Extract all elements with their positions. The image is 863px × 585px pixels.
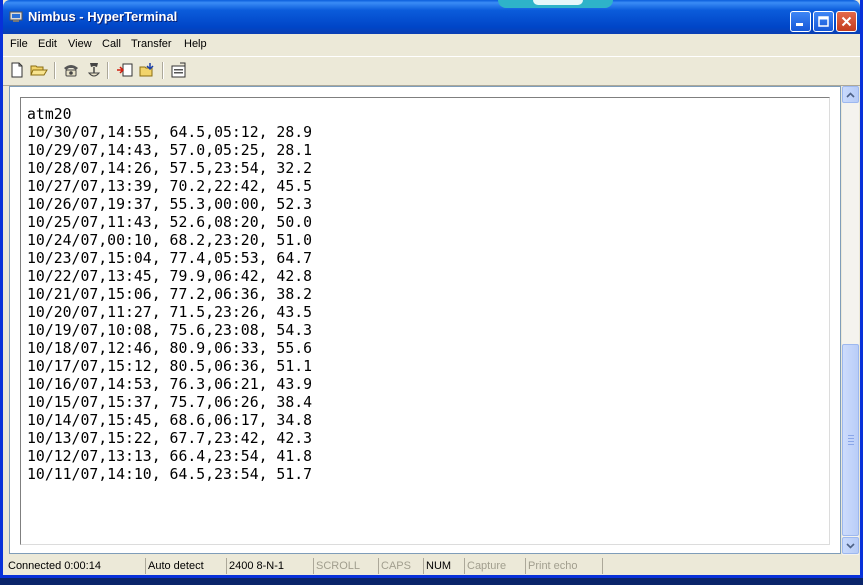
terminal-line: 10/18/07,12:46, 80.9,06:33, 55.6 xyxy=(27,340,313,357)
receive-button[interactable] xyxy=(139,61,157,79)
disconnect-button[interactable] xyxy=(85,61,103,79)
maximize-icon xyxy=(818,16,829,27)
hyperterminal-app-icon[interactable] xyxy=(9,11,23,23)
menu-bar: File Edit View Call Transfer Help xyxy=(3,34,860,54)
terminal-line: 10/11/07,14:10, 64.5,23:54, 51.7 xyxy=(27,466,313,483)
toolbar-separator xyxy=(107,62,109,79)
menu-transfer[interactable]: Transfer xyxy=(131,38,172,50)
properties-icon xyxy=(171,62,186,78)
status-scroll: SCROLL xyxy=(313,558,377,574)
terminal-line: 10/24/07,00:10, 68.2,23:20, 51.0 xyxy=(27,232,313,249)
scroll-up-button[interactable] xyxy=(842,86,859,103)
menu-help[interactable]: Help xyxy=(184,38,207,50)
thumb-grip xyxy=(848,438,854,439)
terminal-line: 10/28/07,14:26, 57.5,23:54, 32.2 xyxy=(27,160,313,177)
minimize-icon xyxy=(796,23,803,26)
close-icon xyxy=(841,16,852,27)
minimize-button[interactable] xyxy=(790,11,811,32)
background-decoration-inner xyxy=(533,0,583,5)
open-folder-icon xyxy=(30,65,48,76)
new-document-icon xyxy=(11,62,23,78)
status-caps: CAPS xyxy=(378,558,422,574)
terminal-line: 10/17/07,15:12, 80.5,06:36, 51.1 xyxy=(27,358,313,375)
toolbar-separator xyxy=(54,62,56,79)
terminal-screen[interactable]: atm20 10/30/07,14:55, 64.5,05:12, 28.9 1… xyxy=(20,97,830,545)
send-file-icon xyxy=(117,63,133,77)
maximize-button[interactable] xyxy=(813,11,834,32)
chevron-down-icon xyxy=(846,542,855,549)
thumb-grip xyxy=(848,435,854,436)
terminal-line: 10/13/07,15:22, 67.7,23:42, 42.3 xyxy=(27,430,313,447)
call-button[interactable] xyxy=(62,61,80,79)
toolbar-separator xyxy=(162,62,164,79)
terminal-line: 10/14/07,15:45, 68.6,06:17, 34.8 xyxy=(27,412,313,429)
terminal-area[interactable]: atm20 10/30/07,14:55, 64.5,05:12, 28.9 1… xyxy=(9,86,841,554)
terminal-output: atm20 10/30/07,14:55, 64.5,05:12, 28.9 1… xyxy=(27,106,312,484)
terminal-line: 10/26/07,19:37, 55.3,00:00, 52.3 xyxy=(27,196,313,213)
status-num: NUM xyxy=(423,558,463,574)
terminal-line: 10/12/07,13:13, 66.4,23:54, 41.8 xyxy=(27,448,313,465)
status-settings: 2400 8-N-1 xyxy=(226,558,312,574)
scrollbar-thumb[interactable] xyxy=(842,344,859,536)
thumb-grip xyxy=(848,444,854,445)
new-document-button[interactable] xyxy=(8,61,26,79)
terminal-line: 10/22/07,13:45, 79.9,06:42, 42.8 xyxy=(27,268,313,285)
status-connected: Connected 0:00:14 xyxy=(8,560,101,572)
menu-edit[interactable]: Edit xyxy=(38,38,57,50)
status-filler xyxy=(602,558,860,574)
menu-call[interactable]: Call xyxy=(102,38,121,50)
send-button[interactable] xyxy=(116,61,134,79)
title-bar[interactable]: Nimbus - HyperTerminal xyxy=(3,0,860,34)
terminal-line: 10/30/07,14:55, 64.5,05:12, 28.9 xyxy=(27,124,313,141)
terminal-line: 10/25/07,11:43, 52.6,08:20, 50.0 xyxy=(27,214,313,231)
terminal-line: 10/23/07,15:04, 77.4,05:53, 64.7 xyxy=(27,250,313,267)
scroll-down-button[interactable] xyxy=(842,537,859,554)
open-button[interactable] xyxy=(30,61,48,79)
terminal-line: atm20 xyxy=(27,106,72,123)
terminal-line: 10/27/07,13:39, 70.2,22:42, 45.5 xyxy=(27,178,313,195)
menu-file[interactable]: File xyxy=(10,38,28,50)
menu-view[interactable]: View xyxy=(68,38,92,50)
close-button[interactable] xyxy=(836,11,857,32)
window-title: Nimbus - HyperTerminal xyxy=(28,9,178,24)
dial-phone-icon xyxy=(64,65,78,77)
terminal-line: 10/20/07,11:27, 71.5,23:26, 43.5 xyxy=(27,304,313,321)
vertical-scrollbar[interactable] xyxy=(842,86,859,555)
toolbar xyxy=(3,56,860,86)
terminal-line: 10/16/07,14:53, 76.3,06:21, 43.9 xyxy=(27,376,313,393)
thumb-grip xyxy=(848,441,854,442)
chevron-up-icon xyxy=(846,91,855,98)
status-bar: Connected 0:00:14 Auto detect 2400 8-N-1… xyxy=(3,557,860,575)
terminal-line: 10/21/07,15:06, 77.2,06:36, 38.2 xyxy=(27,286,313,303)
properties-button[interactable] xyxy=(170,61,188,79)
status-capture: Capture xyxy=(464,558,524,574)
disconnect-phone-icon xyxy=(87,63,101,77)
status-detect: Auto detect xyxy=(145,558,225,574)
hyperterminal-window: Nimbus - HyperTerminal File Edit View Ca… xyxy=(0,0,863,578)
status-print-echo: Print echo xyxy=(525,558,601,574)
receive-file-icon xyxy=(139,63,154,77)
terminal-line: 10/19/07,10:08, 75.6,23:08, 54.3 xyxy=(27,322,313,339)
terminal-line: 10/15/07,15:37, 75.7,06:26, 38.4 xyxy=(27,394,313,411)
terminal-line: 10/29/07,14:43, 57.0,05:25, 28.1 xyxy=(27,142,313,159)
